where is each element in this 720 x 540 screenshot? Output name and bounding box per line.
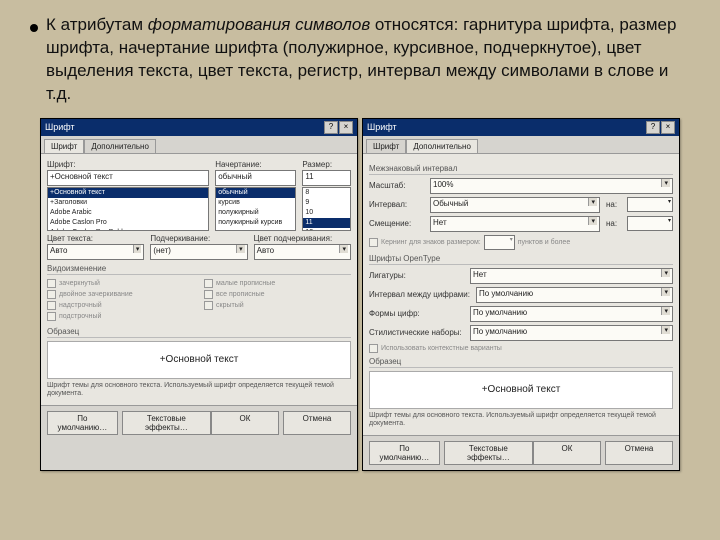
liga-select[interactable]: Нет bbox=[470, 268, 673, 284]
effect-checkbox[interactable]: зачеркнутый bbox=[47, 279, 194, 288]
position-value-input[interactable] bbox=[627, 216, 673, 231]
help-icon[interactable]: ? bbox=[646, 121, 660, 134]
on-label: на: bbox=[606, 219, 621, 228]
ucolor-label: Цвет подчеркивания: bbox=[254, 234, 351, 243]
ucolor-select[interactable]: Авто bbox=[254, 244, 351, 260]
close-icon[interactable]: × bbox=[339, 121, 353, 134]
list-item[interactable]: 12 bbox=[303, 228, 350, 231]
scale-label: Масштаб: bbox=[369, 181, 424, 190]
style-label: Начертание: bbox=[215, 160, 296, 169]
note-text: Шрифт темы для основного текста. Использ… bbox=[369, 412, 673, 429]
list-item[interactable]: курсив bbox=[216, 198, 295, 208]
list-item[interactable]: +Заголовки bbox=[48, 198, 208, 208]
spacing-select[interactable]: Обычный bbox=[430, 197, 600, 213]
numsp-select[interactable]: По умолчанию bbox=[476, 287, 673, 303]
numform-select[interactable]: По умолчанию bbox=[470, 306, 673, 322]
dialog-title: Шрифт bbox=[45, 122, 75, 132]
spacing-label: Интервал: bbox=[369, 200, 424, 209]
text-effects-button[interactable]: Текстовые эффекты… bbox=[444, 441, 533, 465]
kerning-checkbox[interactable]: Кернинг для знаков размером: пунктов и б… bbox=[369, 235, 673, 250]
tab-advanced[interactable]: Дополнительно bbox=[84, 139, 156, 153]
tab-advanced[interactable]: Дополнительно bbox=[406, 139, 478, 153]
titlebar: Шрифт ? × bbox=[363, 119, 679, 136]
bullet-item: К атрибутам форматирования символов отно… bbox=[30, 14, 690, 106]
default-button[interactable]: По умолчанию… bbox=[369, 441, 440, 465]
effect-checkbox[interactable]: двойное зачеркивание bbox=[47, 290, 194, 299]
contextual-checkbox[interactable]: Использовать контекстные варианты bbox=[369, 344, 673, 353]
list-item[interactable]: полужирный bbox=[216, 208, 295, 218]
font-dialog-1: Шрифт ? × Шрифт Дополнительно Шрифт: +Ос… bbox=[40, 118, 358, 471]
tab-font[interactable]: Шрифт bbox=[366, 139, 406, 153]
color-select[interactable]: Авто bbox=[47, 244, 144, 260]
list-item[interactable]: +Основной текст bbox=[48, 188, 208, 198]
position-label: Смещение: bbox=[369, 219, 424, 228]
list-item[interactable]: Adobe Caslon Pro Bold bbox=[48, 228, 208, 231]
list-item[interactable]: 9 bbox=[303, 198, 350, 208]
ok-button[interactable]: ОК bbox=[533, 441, 601, 465]
style-input[interactable]: обычный bbox=[215, 170, 296, 186]
styleset-select[interactable]: По умолчанию bbox=[470, 325, 673, 341]
text-emphasis: форматирования символов bbox=[148, 15, 370, 34]
style-listbox[interactable]: обычный курсив полужирный полужирный кур… bbox=[215, 187, 296, 231]
cancel-button[interactable]: Отмена bbox=[605, 441, 673, 465]
help-icon[interactable]: ? bbox=[324, 121, 338, 134]
size-listbox[interactable]: 8 9 10 11 12 bbox=[302, 187, 351, 231]
scale-select[interactable]: 100% bbox=[430, 178, 673, 194]
effect-checkbox[interactable]: подстрочный bbox=[47, 312, 194, 321]
list-item[interactable]: 11 bbox=[303, 218, 350, 228]
default-button[interactable]: По умолчанию… bbox=[47, 411, 118, 435]
preview-section: Образец bbox=[369, 357, 673, 368]
dialog-title: Шрифт bbox=[367, 122, 397, 132]
preview-section: Образец bbox=[47, 327, 351, 338]
preview-box: +Основной текст bbox=[369, 371, 673, 409]
font-label: Шрифт: bbox=[47, 160, 209, 169]
opentype-section: Шрифты OpenType bbox=[369, 254, 673, 265]
font-dialog-2: Шрифт ? × Шрифт Дополнительно Межзнаковы… bbox=[362, 118, 680, 471]
effect-checkbox[interactable]: малые прописные bbox=[204, 279, 351, 288]
text-effects-button[interactable]: Текстовые эффекты… bbox=[122, 411, 211, 435]
titlebar: Шрифт ? × bbox=[41, 119, 357, 136]
effect-checkbox[interactable]: надстрочный bbox=[47, 301, 194, 310]
close-icon[interactable]: × bbox=[661, 121, 675, 134]
on-label: на: bbox=[606, 200, 621, 209]
slide-text: К атрибутам форматирования символов отно… bbox=[46, 14, 690, 106]
list-item[interactable]: полужирный курсив bbox=[216, 218, 295, 228]
underline-select[interactable]: (нет) bbox=[150, 244, 247, 260]
list-item[interactable]: обычный bbox=[216, 188, 295, 198]
position-select[interactable]: Нет bbox=[430, 216, 600, 232]
numform-label: Формы цифр: bbox=[369, 309, 464, 318]
underline-label: Подчеркивание: bbox=[150, 234, 247, 243]
size-label: Размер: bbox=[302, 160, 351, 169]
liga-label: Лигатуры: bbox=[369, 271, 464, 280]
list-item[interactable]: 8 bbox=[303, 188, 350, 198]
list-item[interactable]: Adobe Arabic bbox=[48, 208, 208, 218]
note-text: Шрифт темы для основного текста. Использ… bbox=[47, 382, 351, 399]
effects-section: Видоизменение bbox=[47, 264, 351, 275]
kerning-input[interactable] bbox=[484, 235, 515, 250]
list-item[interactable]: Adobe Caslon Pro bbox=[48, 218, 208, 228]
kerning-label: Кернинг для знаков размером: bbox=[381, 239, 481, 246]
ok-button[interactable]: ОК bbox=[211, 411, 279, 435]
spacing-section: Межзнаковый интервал bbox=[369, 164, 673, 175]
styleset-label: Стилистические наборы: bbox=[369, 328, 464, 337]
effect-checkbox[interactable]: все прописные bbox=[204, 290, 351, 299]
tab-font[interactable]: Шрифт bbox=[44, 139, 84, 153]
numsp-label: Интервал между цифрами: bbox=[369, 290, 470, 299]
effect-checkbox[interactable]: скрытый bbox=[204, 301, 351, 310]
cancel-button[interactable]: Отмена bbox=[283, 411, 351, 435]
bullet-dot-icon bbox=[30, 24, 38, 32]
kerning-suffix: пунктов и более bbox=[518, 239, 570, 246]
font-listbox[interactable]: +Основной текст +Заголовки Adobe Arabic … bbox=[47, 187, 209, 231]
text-prefix: К атрибутам bbox=[46, 15, 148, 34]
size-input[interactable]: 11 bbox=[302, 170, 351, 186]
list-item[interactable]: 10 bbox=[303, 208, 350, 218]
font-input[interactable]: +Основной текст bbox=[47, 170, 209, 186]
color-label: Цвет текста: bbox=[47, 234, 144, 243]
preview-box: +Основной текст bbox=[47, 341, 351, 379]
spacing-value-input[interactable] bbox=[627, 197, 673, 212]
